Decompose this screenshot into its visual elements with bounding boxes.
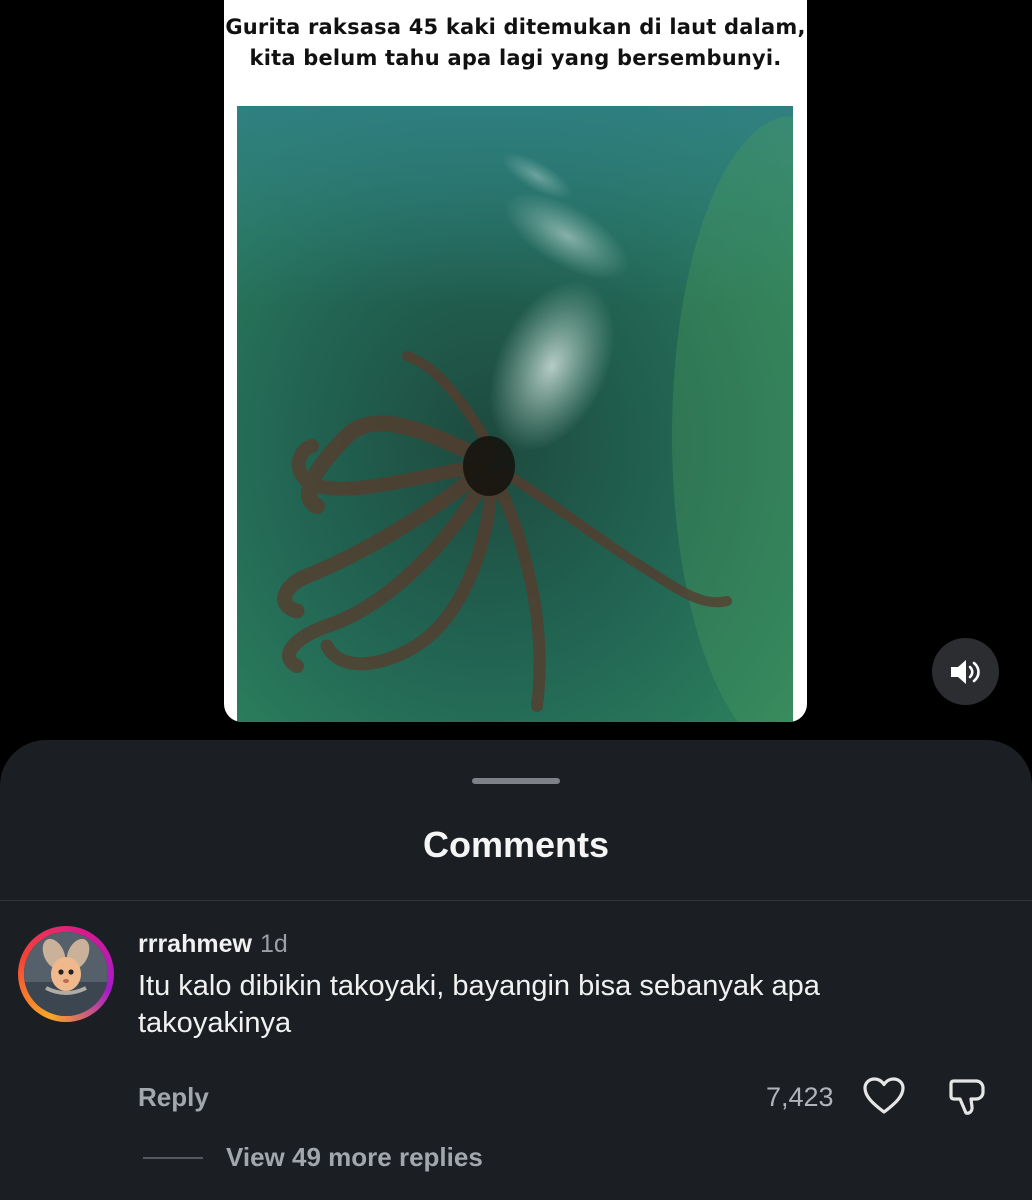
drag-handle[interactable] <box>472 778 560 784</box>
dislike-button[interactable] <box>946 1076 988 1123</box>
username[interactable]: rrrahmew <box>138 930 252 958</box>
view-more-replies-button[interactable]: View 49 more replies <box>226 1142 483 1173</box>
sheet-title: Comments <box>422 824 610 865</box>
avatar[interactable] <box>24 932 108 1016</box>
comment-text: Itu kalo dibikin takoyaki, bayangin bisa… <box>138 970 820 1039</box>
comment-timestamp: 1d <box>259 930 288 958</box>
like-button[interactable] <box>862 1076 906 1121</box>
goldfish-avatar-image <box>24 932 108 1016</box>
replies-line <box>143 1157 203 1159</box>
like-count[interactable]: 7,423 <box>766 1082 834 1113</box>
comments-sheet: Comments rrrahmew 1d Itu kalo dibikin tak… <box>0 740 1032 1200</box>
octopus-video-still <box>237 106 793 722</box>
mute-toggle-button[interactable] <box>932 638 999 705</box>
video-frame[interactable] <box>237 106 793 722</box>
reply-button[interactable]: Reply <box>138 1082 209 1113</box>
heart-icon <box>863 1077 905 1114</box>
comment-header: rrrahmew 1d <box>138 930 288 959</box>
divider <box>0 900 1032 901</box>
thumbs-down-icon <box>949 1079 985 1115</box>
avatar-story-ring[interactable] <box>18 926 114 1022</box>
speaker-icon <box>950 659 980 684</box>
video-caption: Gurita raksasa 45 kaki ditemukan di laut… <box>225 15 806 70</box>
video-card[interactable]: Gurita raksasa 45 kaki ditemukan di laut… <box>224 0 807 722</box>
